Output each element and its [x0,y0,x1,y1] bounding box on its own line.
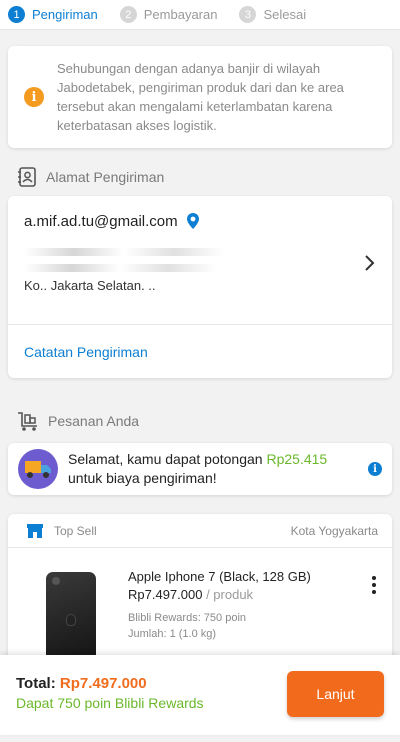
section-title: Pesanan Anda [48,413,140,429]
product-image [46,572,96,668]
shop-row: Top Sell Kota Yogyakarta [8,514,392,548]
location-pin-icon [186,213,199,229]
divider [8,324,392,325]
address-book-icon [18,167,36,187]
order-section-header: Pesanan Anda [16,410,139,432]
total-label: Total: [16,675,56,692]
next-button[interactable]: Lanjut [287,671,384,717]
truck-icon [18,449,58,489]
address-email-row: a.mif.ad.tu@gmail.com [24,212,200,230]
chevron-right-icon[interactable] [364,254,376,272]
product-name: Apple Iphone 7 (Black, 128 GB) [128,569,311,584]
promo-message: Selamat, kamu dapat potongan Rp25.415 un… [68,450,368,488]
checkout-stepper: 1 Pengiriman 2 Pembayaran 3 Selesai [0,0,400,30]
info-icon[interactable]: i [368,462,382,476]
product-price-row: Rp7.497.000 / produk [128,586,311,604]
more-vertical-icon[interactable] [372,576,376,594]
info-icon: i [24,87,44,107]
shipping-address-card[interactable]: a.mif.ad.tu@gmail.com Ko.. Jakarta Selat… [8,196,392,378]
step-number: 3 [239,6,257,23]
address-email: a.mif.ad.tu@gmail.com [24,212,178,230]
step-number: 2 [119,6,137,23]
step-label: Selesai [263,7,307,22]
promo-amount: Rp25.415 [266,451,328,467]
checkout-footer: Total: Rp7.497.000 Dapat 750 poin Blibli… [0,655,400,735]
total-row: Total: Rp7.497.000 [16,675,147,692]
product-info: Apple Iphone 7 (Black, 128 GB) Rp7.497.0… [128,568,311,642]
reward-points-text: Dapat 750 poin Blibli Rewards [16,695,204,711]
step-pembayaran[interactable]: 2 Pembayaran [119,6,218,23]
shop-name[interactable]: Top Sell [54,524,291,538]
product-quantity: Jumlah: 1 (1.0 kg) [128,628,217,640]
shipping-notes-link[interactable]: Catatan Pengiriman [24,344,148,360]
notice-text: Sehubungan dengan adanya banjir di wilay… [57,61,344,133]
section-title: Alamat Pengiriman [46,169,165,185]
address-street-redacted [24,244,274,259]
product-price: Rp7.497.000 [128,587,203,602]
shop-location: Kota Yogyakarta [290,523,378,538]
step-number: 1 [8,6,25,23]
total-amount: Rp7.497.000 [59,675,147,692]
step-label: Pembayaran [143,7,218,22]
step-pengiriman[interactable]: 1 Pengiriman [8,6,98,23]
product-card: Top Sell Kota Yogyakarta Apple Iphone 7 … [8,514,392,674]
price-unit: / produk [206,587,254,602]
promo-prefix: Selamat, kamu dapat potongan [68,451,267,467]
flood-notice-card: i Sehubungan dengan adanya banjir di wil… [8,46,392,148]
step-label: Pengiriman [32,7,98,22]
shipping-promo-card: Selamat, kamu dapat potongan Rp25.415 un… [8,443,392,495]
promo-suffix: untuk biaya pengiriman! [68,470,217,486]
address-section-header: Alamat Pengiriman [16,166,164,188]
store-icon [27,523,43,538]
product-rewards: Blibli Rewards: 750 poin [128,612,247,624]
cart-trolley-icon [18,412,37,431]
address-district-redacted [24,260,264,275]
address-city-line: Ko.. Jakarta Selatan. .. [24,278,156,293]
step-selesai[interactable]: 3 Selesai [239,6,306,23]
